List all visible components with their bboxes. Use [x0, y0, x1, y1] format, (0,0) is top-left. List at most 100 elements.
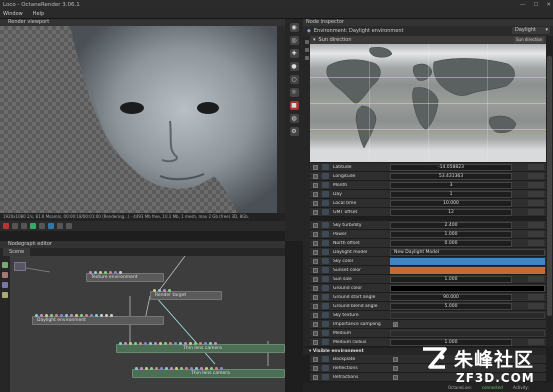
focus-icon[interactable]: ◎: [289, 36, 299, 45]
gmt-offset-pin[interactable]: [528, 209, 544, 215]
importance-sampling-checkbox[interactable]: [313, 321, 318, 327]
inspector-scrollbar[interactable]: [546, 36, 553, 346]
material-icon[interactable]: ●: [289, 62, 299, 71]
pause-icon[interactable]: [21, 223, 27, 229]
local-time-pin[interactable]: [528, 200, 544, 206]
close-icon[interactable]: ✕: [546, 0, 551, 10]
month-value[interactable]: 3: [390, 182, 512, 189]
sun-direction-row[interactable]: ▾ Sun direction Sun direction: [310, 36, 546, 44]
longitude-checkbox[interactable]: [313, 173, 318, 179]
node-material-icon[interactable]: [2, 282, 8, 288]
param-sky-texture[interactable]: Sky texture: [310, 311, 546, 320]
gmt-offset-checkbox[interactable]: [313, 209, 318, 215]
sun-size-checkbox[interactable]: [313, 276, 318, 282]
month-checkbox[interactable]: [313, 182, 318, 188]
sky-texture-checkbox[interactable]: [313, 312, 318, 318]
menu-window[interactable]: Window: [3, 10, 23, 18]
param-sunset-color[interactable]: Sunset color: [310, 266, 546, 275]
daylight-model-dropdown[interactable]: New Daylight Model: [390, 249, 545, 256]
sky-turbidity-value[interactable]: 2.400: [390, 222, 512, 229]
importance-sampling-toggle[interactable]: [393, 321, 398, 327]
day-pin[interactable]: [528, 191, 544, 197]
ground-color-swatch[interactable]: [390, 285, 545, 292]
lock-icon[interactable]: [39, 223, 45, 229]
gmt-offset-value[interactable]: 12: [390, 209, 512, 216]
ground-start-angle-pin[interactable]: [528, 294, 544, 300]
backplate-toggle[interactable]: [393, 356, 398, 362]
param-daylight-model[interactable]: Daylight model New Daylight Model: [310, 248, 546, 257]
node-render-target[interactable]: Render target: [150, 289, 222, 300]
pick-icon[interactable]: ✚: [289, 49, 299, 58]
viewport-scrollbar[interactable]: [277, 26, 285, 213]
expand-icon[interactable]: [304, 48, 309, 52]
latitude-pin[interactable]: [528, 164, 544, 170]
minimize-icon[interactable]: —: [520, 0, 526, 10]
param-medium[interactable]: Medium: [310, 329, 546, 338]
day-checkbox[interactable]: [313, 191, 318, 197]
ground-blend-angle-checkbox[interactable]: [313, 303, 318, 309]
node-light-icon[interactable]: [2, 292, 8, 298]
region-icon[interactable]: [48, 223, 54, 229]
local-time-checkbox[interactable]: [313, 200, 318, 206]
grid-icon[interactable]: [66, 223, 72, 229]
nodegraph-canvas[interactable]: Texture environment Render target Daylig…: [10, 256, 285, 392]
sky-turbidity-pin[interactable]: [528, 222, 544, 228]
param-north-offset[interactable]: North offset 0.000: [310, 239, 546, 248]
backplate-checkbox[interactable]: [313, 356, 318, 362]
sky-color-swatch[interactable]: [390, 258, 545, 265]
param-ground-start-angle[interactable]: Ground start angle 90.000: [310, 293, 546, 302]
param-longitude[interactable]: Longitude 53.431363: [310, 172, 546, 181]
param-sky-turbidity[interactable]: Sky turbidity 2.400: [310, 221, 546, 230]
render-viewport-canvas[interactable]: [0, 26, 277, 213]
north-offset-pin[interactable]: [528, 240, 544, 246]
sunset-color-checkbox[interactable]: [313, 267, 318, 273]
environment-type-dropdown[interactable]: Daylight ▾: [512, 27, 550, 34]
play-icon[interactable]: [30, 223, 36, 229]
param-local-time[interactable]: Local time 10.000: [310, 199, 546, 208]
node-thin-lens-camera-1[interactable]: Thin lens camera: [116, 342, 285, 353]
power-pin[interactable]: [528, 231, 544, 237]
longitude-value[interactable]: 53.431363: [390, 173, 512, 180]
node-texture-icon[interactable]: [2, 272, 8, 278]
param-ground-blend-angle[interactable]: Ground blend angle 5.000: [310, 302, 546, 311]
param-gmt-offset[interactable]: GMT offset 12: [310, 208, 546, 217]
param-ground-color[interactable]: Ground color: [310, 284, 546, 293]
medium-radius-checkbox[interactable]: [313, 339, 318, 345]
longitude-pin[interactable]: [528, 173, 544, 179]
sky-color-checkbox[interactable]: [313, 258, 318, 264]
ground-color-checkbox[interactable]: [313, 285, 318, 291]
north-offset-checkbox[interactable]: [313, 240, 318, 246]
node-texture-environment[interactable]: Texture environment: [86, 271, 164, 282]
ground-start-angle-checkbox[interactable]: [313, 294, 318, 300]
camera-icon[interactable]: ◉: [289, 23, 299, 32]
reflections-toggle[interactable]: [393, 365, 398, 371]
param-sky-color[interactable]: Sky color: [310, 257, 546, 266]
param-sun-size[interactable]: Sun size 1.000: [310, 275, 546, 284]
reflections-checkbox[interactable]: [313, 365, 318, 371]
medium-checkbox[interactable]: [313, 330, 318, 336]
sun-size-pin[interactable]: [528, 276, 544, 282]
daylight-model-checkbox[interactable]: [313, 249, 318, 255]
sun-direction-pill[interactable]: Sun direction: [514, 37, 544, 43]
node-thumbnail[interactable]: [14, 262, 26, 271]
node-thin-lens-camera-2[interactable]: Thin lens camera: [132, 367, 285, 378]
node-daylight-environment[interactable]: Daylight environment: [32, 314, 164, 325]
world-map-picker[interactable]: [310, 44, 546, 162]
param-power[interactable]: Power 1.000: [310, 230, 546, 239]
stop-render-icon[interactable]: [3, 223, 9, 229]
tab-scene[interactable]: Scene: [3, 248, 31, 256]
menu-help[interactable]: Help: [33, 10, 44, 18]
param-importance-sampling[interactable]: Importance sampling: [310, 320, 546, 329]
medium-slot[interactable]: [390, 330, 545, 337]
refractions-checkbox[interactable]: [313, 374, 318, 380]
latitude-checkbox[interactable]: [313, 164, 318, 170]
globe-icon[interactable]: ◍: [289, 114, 299, 123]
sun-size-value[interactable]: 1.000: [390, 276, 512, 283]
stop-icon[interactable]: ■: [289, 101, 299, 110]
pin-icon[interactable]: [304, 56, 309, 60]
latitude-value[interactable]: -14.058823: [390, 164, 512, 171]
ground-start-angle-value[interactable]: 90.000: [390, 294, 512, 301]
north-offset-value[interactable]: 0.000: [390, 240, 512, 247]
power-checkbox[interactable]: [313, 231, 318, 237]
restart-icon[interactable]: [12, 223, 18, 229]
